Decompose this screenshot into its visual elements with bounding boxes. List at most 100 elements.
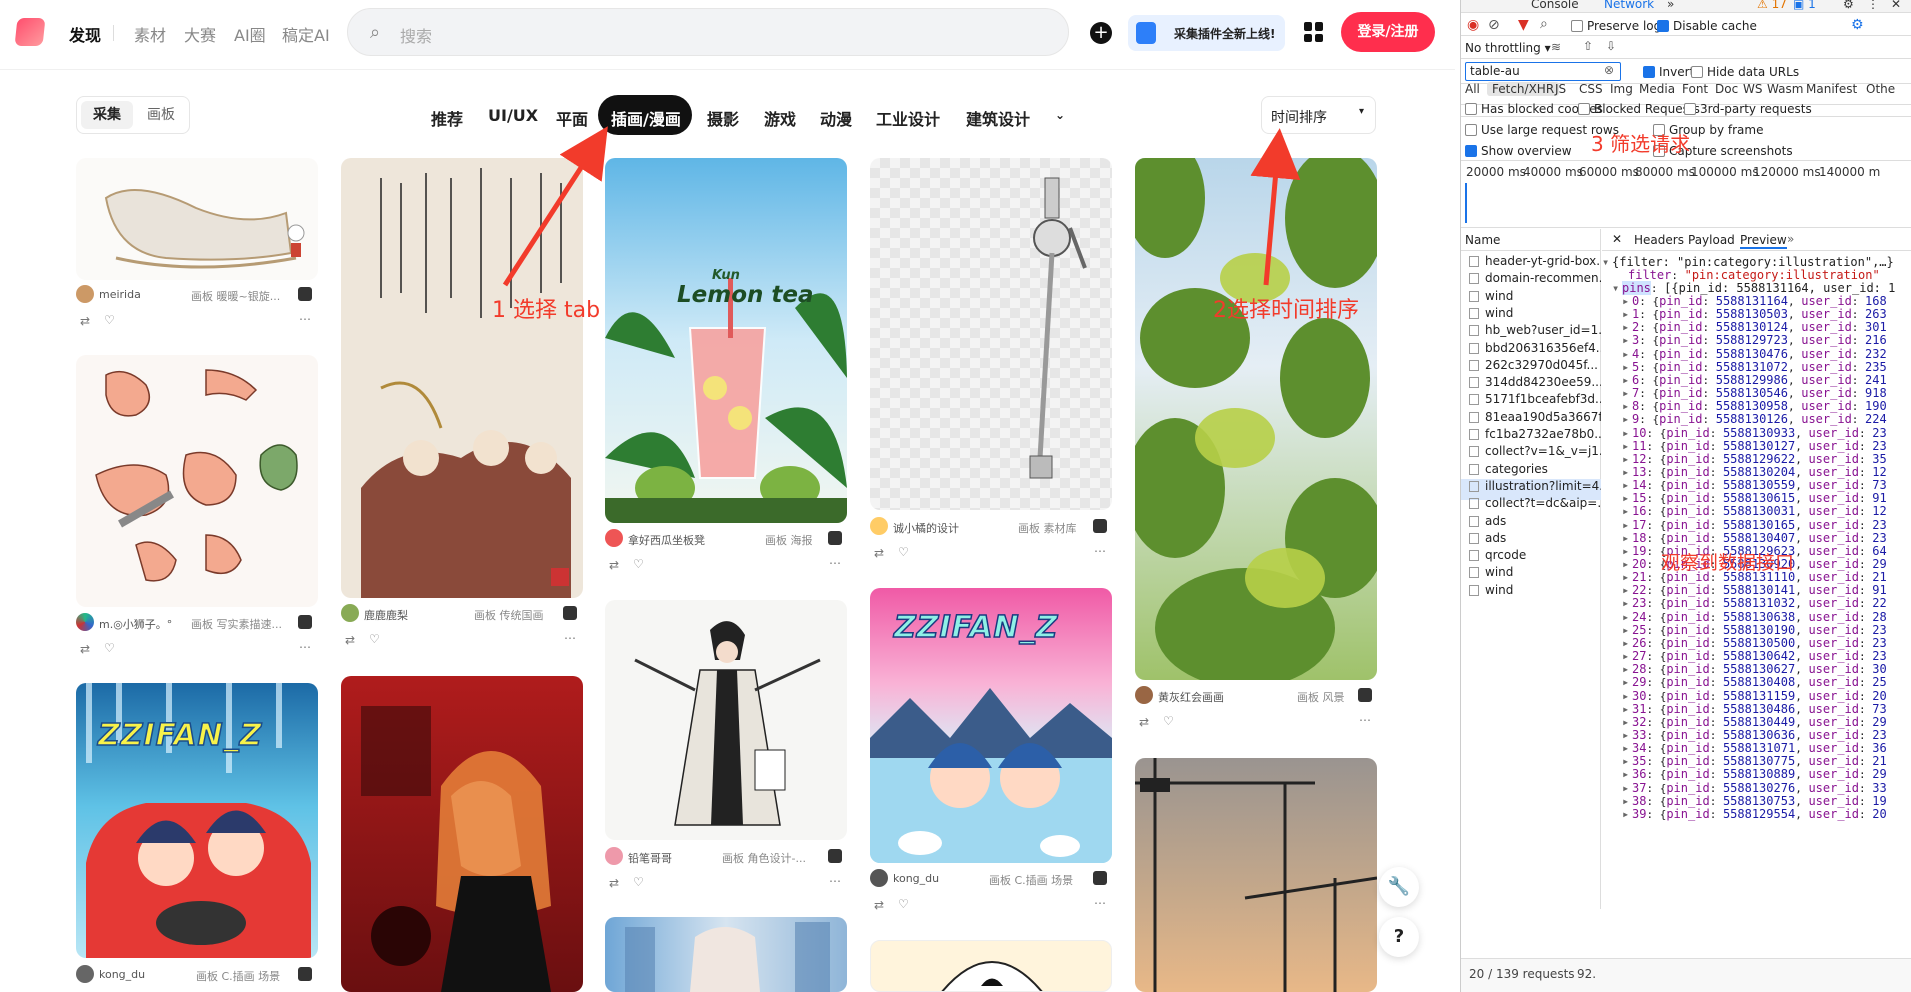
pin-array-item[interactable]: ▸ 24: {pin_id: 5588130638, user_id: 28 (1622, 610, 1887, 624)
pin-array-item[interactable]: ▸ 18: {pin_id: 5588130407, user_id: 23 (1622, 531, 1887, 545)
pin-user[interactable]: m.◎小狮子。° (99, 616, 172, 632)
like-heart-icon[interactable]: ♡ (104, 313, 115, 327)
network-settings-gear-icon[interactable]: ⚙ (1851, 17, 1864, 33)
nav-material[interactable]: 素材 (134, 22, 166, 46)
tab-console[interactable]: Console (1531, 0, 1579, 11)
pin-board[interactable]: 画板 写实素描速... (191, 616, 282, 632)
repin-icon[interactable]: ⇄ (345, 633, 355, 647)
pin-array-item[interactable]: ▸ 14: {pin_id: 5588130559, user_id: 73 (1622, 478, 1887, 492)
avatar[interactable] (870, 517, 888, 535)
pin-image-hands[interactable] (76, 355, 318, 607)
avatar[interactable] (76, 965, 94, 983)
pin-board[interactable]: 画板 传统国画 (474, 607, 544, 623)
pin-array-item[interactable]: ▸ 8: {pin_id: 5588130958, user_id: 190 (1622, 399, 1887, 413)
pin-array-item[interactable]: ▸ 22: {pin_id: 5588130141, user_id: 91 (1622, 583, 1887, 597)
category-tab-industrial[interactable]: 工业设计 (876, 106, 940, 130)
preview-root-line[interactable]: ▾ {filter: "pin:category:illustration",…} (1602, 255, 1894, 269)
avatar[interactable] (76, 613, 94, 631)
toggle-collect[interactable]: 采集 (81, 101, 133, 129)
pin-image-crane[interactable] (1135, 758, 1377, 992)
pin-user[interactable]: kong_du (99, 968, 145, 981)
pin-array-item[interactable]: ▸ 16: {pin_id: 5588130031, user_id: 12 (1622, 504, 1887, 518)
record-icon[interactable]: ◉ (1467, 17, 1479, 33)
board-icon[interactable] (298, 287, 312, 301)
filter-funnel-icon[interactable]: ▼ (1518, 17, 1529, 33)
pin-array-item[interactable]: ▸ 39: {pin_id: 5588129554, user_id: 20 (1622, 807, 1887, 821)
pin-image-zzifan-bath[interactable]: ZZIFAN_Z (870, 588, 1112, 863)
type-tab-media[interactable]: Media (1639, 82, 1675, 96)
repin-icon[interactable]: ⇄ (1139, 715, 1149, 729)
repin-icon[interactable]: ⇄ (874, 546, 884, 560)
sort-dropdown[interactable]: 时间排序 ▾ (1261, 96, 1376, 134)
search-bar[interactable]: ⌕ 搜索 (347, 8, 1069, 56)
kebab-menu-icon[interactable]: ⋮ (1867, 0, 1879, 11)
repin-icon[interactable]: ⇄ (609, 558, 619, 572)
more-options-icon[interactable]: ⋯ (829, 556, 841, 570)
pin-array-item[interactable]: ▸ 25: {pin_id: 5588130190, user_id: 23 (1622, 623, 1887, 637)
clear-filter-icon[interactable]: ⊗ (1604, 63, 1614, 77)
pin-array-item[interactable]: ▸ 33: {pin_id: 5588130636, user_id: 23 (1622, 728, 1887, 742)
avatar[interactable] (605, 847, 623, 865)
pin-user[interactable]: meirida (99, 288, 141, 301)
pin-array-item[interactable]: ▸ 17: {pin_id: 5588130165, user_id: 23 (1622, 518, 1887, 532)
preserve-log-checkbox[interactable]: Preserve log (1571, 19, 1661, 33)
type-tab-wasm[interactable]: Wasm (1767, 82, 1803, 96)
pin-image-sleigh[interactable] (76, 158, 318, 280)
more-tabs-icon[interactable]: » (1667, 0, 1674, 11)
more-options-icon[interactable]: ⋯ (299, 640, 311, 654)
category-tab-photo[interactable]: 摄影 (707, 106, 739, 130)
type-tab-doc[interactable]: Doc (1715, 82, 1738, 96)
pin-user[interactable]: 黄灰红会画画 (1158, 689, 1224, 705)
pin-board[interactable]: 画板 C.插画 场景 (989, 872, 1073, 888)
pin-array-item[interactable]: ▸ 2: {pin_id: 5588130124, user_id: 301 (1622, 320, 1887, 334)
search-icon[interactable]: ⌕ (1540, 16, 1548, 32)
pin-user[interactable]: 鹿鹿鹿梨 (364, 607, 408, 623)
pin-board[interactable]: 画板 海报 (765, 532, 813, 548)
category-tab-illustration[interactable]: 插画/漫画 (611, 106, 681, 130)
pin-array-item[interactable]: ▸ 23: {pin_id: 5588131032, user_id: 22 (1622, 596, 1887, 610)
upload-icon[interactable]: ⇧ (1583, 39, 1593, 53)
avatar[interactable] (1135, 686, 1153, 704)
like-heart-icon[interactable]: ♡ (104, 641, 115, 655)
filter-input[interactable]: table-au ⊗ (1465, 62, 1621, 81)
pin-user[interactable]: kong_du (893, 872, 939, 885)
pin-array-item[interactable]: ▸ 32: {pin_id: 5588130449, user_id: 29 (1622, 715, 1887, 729)
more-detail-tabs-icon[interactable]: » (1787, 232, 1794, 246)
pin-array-item[interactable]: ▸ 13: {pin_id: 5588130204, user_id: 12 (1622, 465, 1887, 479)
pin-array-item[interactable]: ▸ 15: {pin_id: 5588130615, user_id: 91 (1622, 491, 1887, 505)
more-options-icon[interactable]: ⋯ (299, 312, 311, 326)
more-options-icon[interactable]: ⋯ (829, 874, 841, 888)
type-tab-fetch-xhr[interactable]: Fetch/XHR (1487, 82, 1560, 96)
preview-pins-line[interactable]: ▾ pins: [{pin_id: 5588131164, user_id: 1 (1612, 281, 1895, 295)
like-heart-icon[interactable]: ♡ (898, 897, 909, 911)
pin-image-red-girl[interactable] (341, 676, 583, 992)
nav-discover[interactable]: 发现 (69, 22, 101, 46)
download-icon[interactable]: ⇩ (1606, 39, 1616, 53)
pin-board[interactable]: 画板 风景 (1297, 689, 1345, 705)
type-tab-img[interactable]: Img (1610, 82, 1633, 96)
like-heart-icon[interactable]: ♡ (369, 632, 380, 646)
pin-image-badge[interactable] (870, 940, 1112, 992)
close-devtools-icon[interactable]: ✕ (1891, 0, 1901, 11)
tab-preview[interactable]: Preview (1740, 233, 1787, 249)
pin-array-item[interactable]: ▸ 1: {pin_id: 5588130503, user_id: 263 (1622, 307, 1887, 321)
pin-array-item[interactable]: ▸ 29: {pin_id: 5588130408, user_id: 25 (1622, 675, 1887, 689)
pin-user[interactable]: 铅笔哥哥 (628, 850, 672, 866)
pin-array-item[interactable]: ▸ 36: {pin_id: 5588130889, user_id: 29 (1622, 767, 1887, 781)
more-options-icon[interactable]: ⋯ (1359, 713, 1371, 727)
board-icon[interactable] (828, 849, 842, 863)
more-options-icon[interactable]: ⋯ (1094, 896, 1106, 910)
board-icon[interactable] (298, 967, 312, 981)
pin-array-item[interactable]: ▸ 4: {pin_id: 5588130476, user_id: 232 (1622, 347, 1887, 361)
pin-array-item[interactable]: ▸ 27: {pin_id: 5588130642, user_id: 23 (1622, 649, 1887, 663)
third-party-checkbox[interactable]: 3rd-party requests (1684, 102, 1812, 116)
category-tab-graphic[interactable]: 平面 (556, 106, 588, 130)
board-icon[interactable] (1093, 519, 1107, 533)
tab-payload[interactable]: Payload (1688, 233, 1735, 247)
pin-array-item[interactable]: ▸ 26: {pin_id: 5588130500, user_id: 23 (1622, 636, 1887, 650)
help-button[interactable]: ? (1379, 917, 1419, 957)
pin-board[interactable]: 画板 C.插画 场景 (196, 968, 280, 984)
message-badge[interactable]: ▣ 1 (1793, 0, 1816, 11)
pin-image-lemon-tea[interactable]: Kun Lemon tea (605, 158, 847, 523)
show-overview-checkbox[interactable]: Show overview (1465, 144, 1572, 158)
